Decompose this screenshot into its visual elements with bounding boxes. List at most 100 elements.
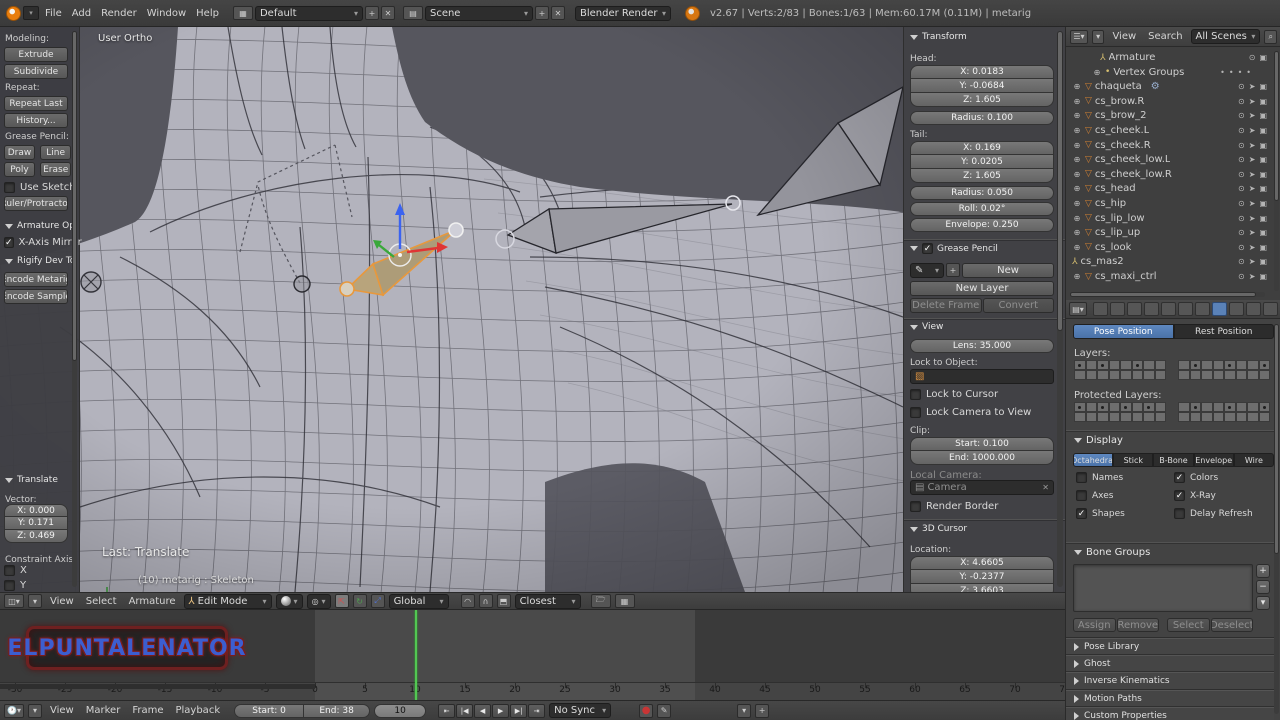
ruler-protractor-button[interactable]: Ruler/Protractor [4, 196, 68, 211]
head-radius-field[interactable]: Radius: 0.100 [910, 111, 1054, 125]
menu-armature[interactable]: Armature [125, 596, 180, 607]
constraint-y-checkbox[interactable]: Y [4, 580, 26, 591]
armature-layer-cell[interactable] [1201, 370, 1213, 380]
expand-icon[interactable]: ⊕ [1072, 214, 1082, 223]
hide-toggle-icon[interactable]: ⊙ [1238, 155, 1245, 164]
translate-redo-panel-header[interactable]: Translate [5, 475, 58, 485]
protected-layer-cell[interactable] [1178, 412, 1190, 422]
menu-file[interactable]: File [41, 8, 66, 19]
delete-scene-button[interactable]: ✕ [550, 6, 565, 20]
menu-window[interactable]: Window [143, 8, 190, 19]
outliner-item-label[interactable]: cs_mas2 [1081, 256, 1124, 267]
deselect-button[interactable]: Deselect [1210, 618, 1253, 632]
armature-layer-cell[interactable] [1097, 360, 1109, 370]
render-toggle-icon[interactable]: ▣ [1259, 111, 1267, 120]
render-toggle-icon[interactable]: ▣ [1259, 53, 1267, 62]
object-tab-icon[interactable] [1161, 302, 1176, 316]
render-toggle-icon[interactable]: ▣ [1259, 214, 1267, 223]
frame-start-field[interactable]: Start: 0 [234, 703, 305, 718]
x-axis-mirror-checkbox[interactable]: ✓ X-Axis Mirror [4, 237, 82, 248]
jump-to-start-button[interactable]: ⇤ [438, 703, 456, 718]
protected-layer-cell[interactable] [1074, 402, 1086, 412]
subdivide-button[interactable]: Subdivide [4, 64, 68, 79]
n-panel-scrollbar-thumb[interactable] [1057, 31, 1063, 331]
expand-icon[interactable]: ⊕ [1072, 155, 1082, 164]
expand-icon[interactable]: ⊕ [1072, 199, 1082, 208]
next-keyframe-button[interactable]: ▶| [510, 703, 528, 718]
mode-dropdown[interactable]: ⅄ Edit Mode ▾ [183, 593, 272, 609]
outliner-item-label[interactable]: cs_cheek.R [1095, 140, 1151, 151]
menu-render[interactable]: Render [97, 8, 141, 19]
protected-layer-cell[interactable] [1085, 402, 1097, 412]
armature-layer-cell[interactable] [1085, 370, 1097, 380]
keying-set-dropdown[interactable]: ▾ [737, 703, 752, 718]
hide-toggle-icon[interactable]: ⊙ [1238, 243, 1245, 252]
armature-layer-cell[interactable] [1143, 370, 1155, 380]
protected-layer-cell[interactable] [1201, 412, 1213, 422]
add-bone-group-button[interactable]: + [1256, 564, 1270, 578]
search-icon[interactable]: ⌕ [1264, 29, 1278, 44]
modifiers-tab-icon[interactable] [1195, 302, 1210, 316]
hide-toggle-icon[interactable]: ⊙ [1238, 184, 1245, 193]
render-toggle-icon[interactable]: ▣ [1259, 82, 1267, 91]
armature-layer-cell[interactable] [1143, 360, 1155, 370]
gp-poly-button[interactable]: Poly [4, 162, 35, 177]
display-mode-wire[interactable]: Wire [1233, 453, 1275, 467]
remove-button[interactable]: Remove [1116, 618, 1159, 632]
play-button[interactable]: ▶ [492, 703, 510, 718]
use-sketch-checkbox[interactable]: Use Sketch [4, 182, 76, 193]
properties-scrollbar-thumb[interactable] [1274, 324, 1279, 554]
render-toggle-icon[interactable]: ▣ [1259, 228, 1267, 237]
object-data-tab-icon[interactable] [1212, 302, 1227, 316]
view-panel-header[interactable]: View [910, 322, 1054, 332]
timeline-editor-type-button[interactable]: 🕐 ▾ [4, 703, 24, 718]
expand-icon[interactable]: ⊕ [1072, 126, 1082, 135]
protected-layer-cell[interactable] [1224, 402, 1236, 412]
expand-icon[interactable]: ⊕ [1092, 68, 1102, 77]
protected-layer-cell[interactable] [1235, 412, 1247, 422]
lens-field[interactable]: Lens: 35.000 [910, 339, 1054, 353]
playhead[interactable] [415, 610, 417, 700]
world-tab-icon[interactable] [1144, 302, 1159, 316]
outliner-item[interactable]: ⊕ ▽ cs_lip_up ⊙ ➤ ▣ [1066, 225, 1280, 240]
outliner-item-label[interactable]: Armature [1109, 52, 1156, 63]
outliner-item[interactable]: ⊕ ▽ cs_brow_2 ⊙ ➤ ▣ [1066, 108, 1280, 123]
selectable-toggle-icon[interactable]: ➤ [1249, 141, 1256, 150]
protected-layer-cell[interactable] [1154, 402, 1166, 412]
bone-group-specials-button[interactable]: ▾ [1256, 596, 1270, 610]
selectable-toggle-icon[interactable]: ➤ [1249, 257, 1256, 266]
bone-groups-panel-header[interactable]: Bone Groups [1074, 547, 1150, 558]
armature-layer-cell[interactable] [1120, 370, 1132, 380]
panel-custom-properties[interactable]: Custom Properties [1066, 706, 1274, 720]
expand-icon[interactable]: ⊕ [1072, 141, 1082, 150]
expand-icon[interactable]: ⊕ [1072, 111, 1082, 120]
gp-line-button[interactable]: Line [40, 145, 72, 160]
armature-layer-cell[interactable] [1224, 360, 1236, 370]
hide-toggle-icon[interactable]: ⊙ [1238, 272, 1245, 281]
constraints-tab-icon[interactable] [1178, 302, 1193, 316]
selectable-toggle-icon[interactable]: ➤ [1249, 184, 1256, 193]
outliner-item-label[interactable]: cs_look [1095, 242, 1132, 253]
protected-layer-cell[interactable] [1143, 402, 1155, 412]
proportional-edit-toggle[interactable]: ◠ [460, 594, 475, 608]
bone-groups-list[interactable] [1073, 564, 1253, 612]
translate-x-field[interactable]: X: 0.000 [4, 504, 68, 517]
selectable-toggle-icon[interactable]: ➤ [1249, 272, 1256, 281]
render-engine-dropdown[interactable]: Blender Render ▾ [574, 5, 671, 21]
armature-layer-cell[interactable] [1097, 370, 1109, 380]
menu-select[interactable]: Select [82, 596, 121, 607]
outliner-item-label[interactable]: cs_head [1095, 183, 1136, 194]
outliner-item[interactable]: ⅄ Armature ⊙ ▣ [1066, 50, 1280, 65]
protected-layer-cell[interactable] [1212, 412, 1224, 422]
gp-draw-button[interactable]: Draw [4, 145, 35, 160]
outliner-item-label[interactable]: cs_brow_2 [1095, 110, 1147, 121]
menu-search[interactable]: Search [1144, 31, 1186, 42]
render-opengl-button[interactable]: 🗁 [590, 594, 611, 608]
cursor-panel-header[interactable]: 3D Cursor [910, 524, 1054, 534]
cursor-y-field[interactable]: Y: -0.2377 [910, 570, 1054, 584]
gp-delete-frame-button[interactable]: Delete Frame [910, 298, 982, 313]
grease-pencil-checkbox[interactable]: ✓ [922, 243, 933, 254]
outliner-item[interactable]: ⊕ ▽ cs_brow.R ⊙ ➤ ▣ [1066, 94, 1280, 109]
render-opengl-anim-button[interactable]: ▦ [614, 594, 635, 608]
sync-mode-dropdown[interactable]: No Sync ▾ [549, 703, 612, 718]
